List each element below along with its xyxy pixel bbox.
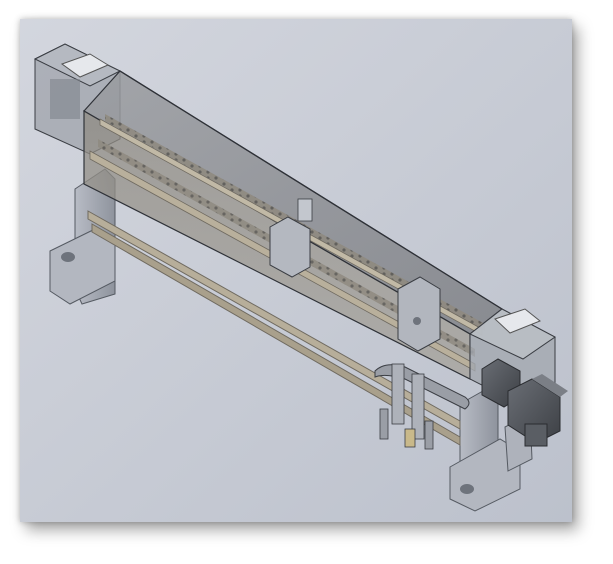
render-frame: [20, 19, 572, 522]
cad-render: [20, 19, 572, 522]
carriage-block-right: [397, 276, 441, 352]
